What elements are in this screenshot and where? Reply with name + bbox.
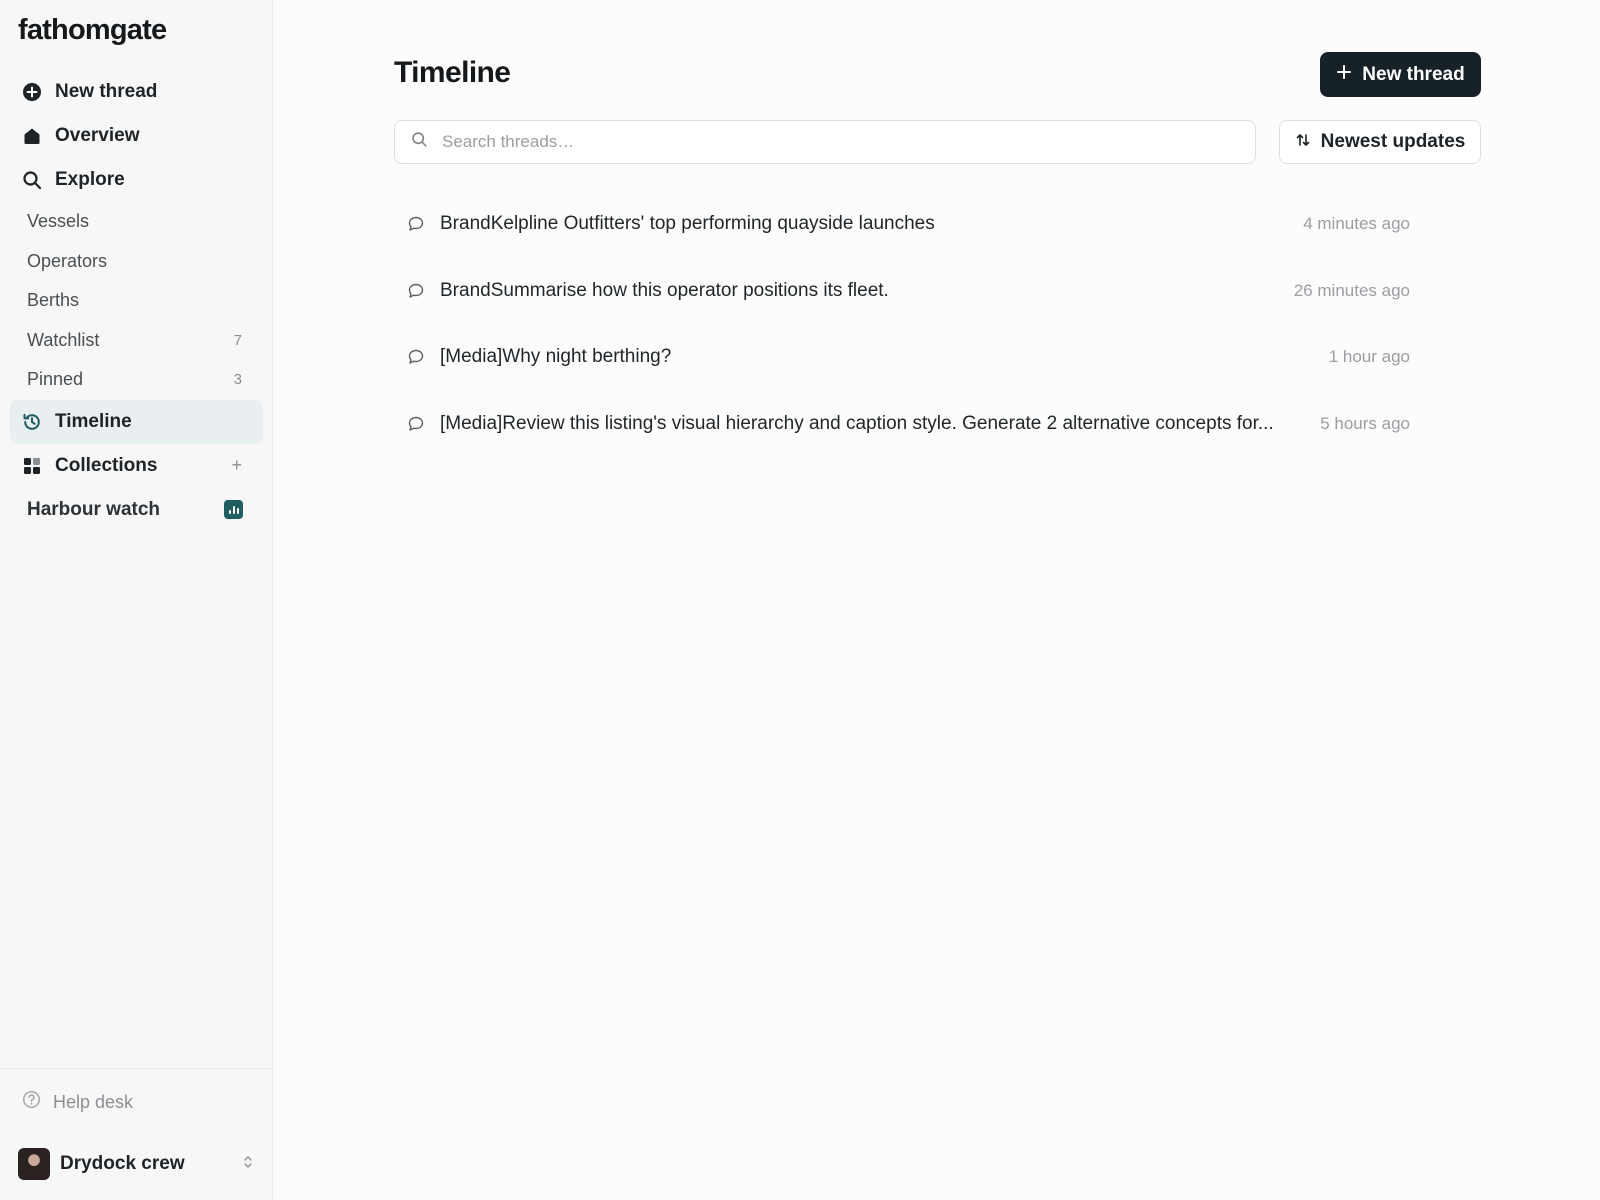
sort-button-label: Newest updates <box>1320 131 1466 152</box>
account-switcher[interactable]: Drydock crew <box>0 1139 272 1189</box>
help-circle-icon <box>22 1090 41 1114</box>
sidebar-item-new-thread[interactable]: New thread <box>10 70 263 114</box>
chat-bubble-icon <box>407 415 425 433</box>
app-logo[interactable]: fathomgate <box>18 14 167 47</box>
history-icon <box>22 412 42 432</box>
thread-list: BrandKelpline Outfitters' top performing… <box>394 191 1424 457</box>
chat-bubble-icon <box>407 282 425 300</box>
sidebar-item-label: Watchlist <box>27 329 100 350</box>
sidebar: fathomgate New thread Overview Explore V… <box>0 0 273 1200</box>
chat-bubble-icon <box>407 348 425 366</box>
sidebar-item-label: Pinned <box>27 369 84 390</box>
new-thread-button[interactable]: New thread <box>1320 52 1481 97</box>
sidebar-item-label: New thread <box>55 81 158 102</box>
sidebar-item-berths[interactable]: Berths <box>10 281 263 321</box>
thread-title: [Media]Review this listing's visual hier… <box>440 412 1274 434</box>
thread-row[interactable]: [Media]Why night berthing? 1 hour ago <box>394 324 1424 391</box>
item-count: 3 <box>233 371 242 389</box>
search-bar[interactable] <box>394 120 1256 164</box>
main-content: Timeline New thread Newest updates <box>273 0 1600 1200</box>
thread-row[interactable]: BrandKelpline Outfitters' top performing… <box>394 191 1424 258</box>
new-thread-button-label: New thread <box>1362 63 1465 85</box>
sidebar-item-label: Berths <box>27 290 80 311</box>
thread-time: 26 minutes ago <box>1293 280 1410 300</box>
chevron-up-down-icon <box>242 1154 254 1175</box>
sidebar-item-operators[interactable]: Operators <box>10 242 263 282</box>
sidebar-item-watchlist[interactable]: Watchlist 7 <box>10 321 263 361</box>
sidebar-nav: New thread Overview Explore Vessels Oper… <box>10 70 263 532</box>
sidebar-item-label: Explore <box>55 169 125 190</box>
home-icon <box>22 126 42 146</box>
account-name: Drydock crew <box>60 1153 185 1174</box>
sidebar-footer: Help desk Drydock crew <box>0 1068 272 1189</box>
sidebar-item-overview[interactable]: Overview <box>10 114 263 158</box>
collection-item-harbour-watch[interactable]: Harbour watch <box>10 488 263 532</box>
sidebar-item-timeline[interactable]: Timeline <box>10 399 263 444</box>
sidebar-item-label: Collections <box>55 454 158 476</box>
thread-time: 1 hour ago <box>1328 347 1410 367</box>
thread-time: 4 minutes ago <box>1303 214 1410 234</box>
add-collection-button[interactable]: + <box>231 455 242 476</box>
help-desk-link[interactable]: Help desk <box>0 1077 272 1127</box>
collection-label: Harbour watch <box>27 498 161 520</box>
thread-title: BrandKelpline Outfitters' top performing… <box>440 213 935 235</box>
sidebar-item-collections[interactable]: Collections + <box>10 444 263 488</box>
sidebar-item-label: Timeline <box>55 410 132 432</box>
sidebar-item-label: Overview <box>55 125 140 146</box>
sidebar-item-label: Operators <box>27 250 108 271</box>
sort-button[interactable]: Newest updates <box>1279 120 1481 164</box>
sidebar-item-pinned[interactable]: Pinned 3 <box>10 360 263 400</box>
search-input[interactable] <box>442 132 1239 152</box>
avatar <box>18 1148 50 1180</box>
grid-icon <box>22 456 42 476</box>
thread-title: BrandSummarise how this operator positio… <box>440 279 889 301</box>
page-title: Timeline <box>394 56 511 89</box>
chat-bubble-icon <box>407 215 425 233</box>
sidebar-item-explore[interactable]: Explore <box>10 158 263 202</box>
search-icon <box>411 131 428 153</box>
thread-row[interactable]: [Media]Review this listing's visual hier… <box>394 391 1424 458</box>
help-desk-label: Help desk <box>53 1091 134 1112</box>
thread-row[interactable]: BrandSummarise how this operator positio… <box>394 258 1424 325</box>
thread-time: 5 hours ago <box>1320 413 1410 433</box>
plus-circle-icon <box>22 82 42 102</box>
search-icon <box>22 170 42 190</box>
bar-chart-icon <box>224 500 243 519</box>
plus-icon <box>1336 64 1352 85</box>
app: fathomgate New thread Overview Explore V… <box>0 0 1600 1200</box>
sidebar-item-vessels[interactable]: Vessels <box>10 202 263 242</box>
sidebar-item-label: Vessels <box>27 211 90 232</box>
thread-title: [Media]Why night berthing? <box>440 346 672 368</box>
item-count: 7 <box>233 331 242 349</box>
sort-arrows-icon <box>1295 132 1311 153</box>
